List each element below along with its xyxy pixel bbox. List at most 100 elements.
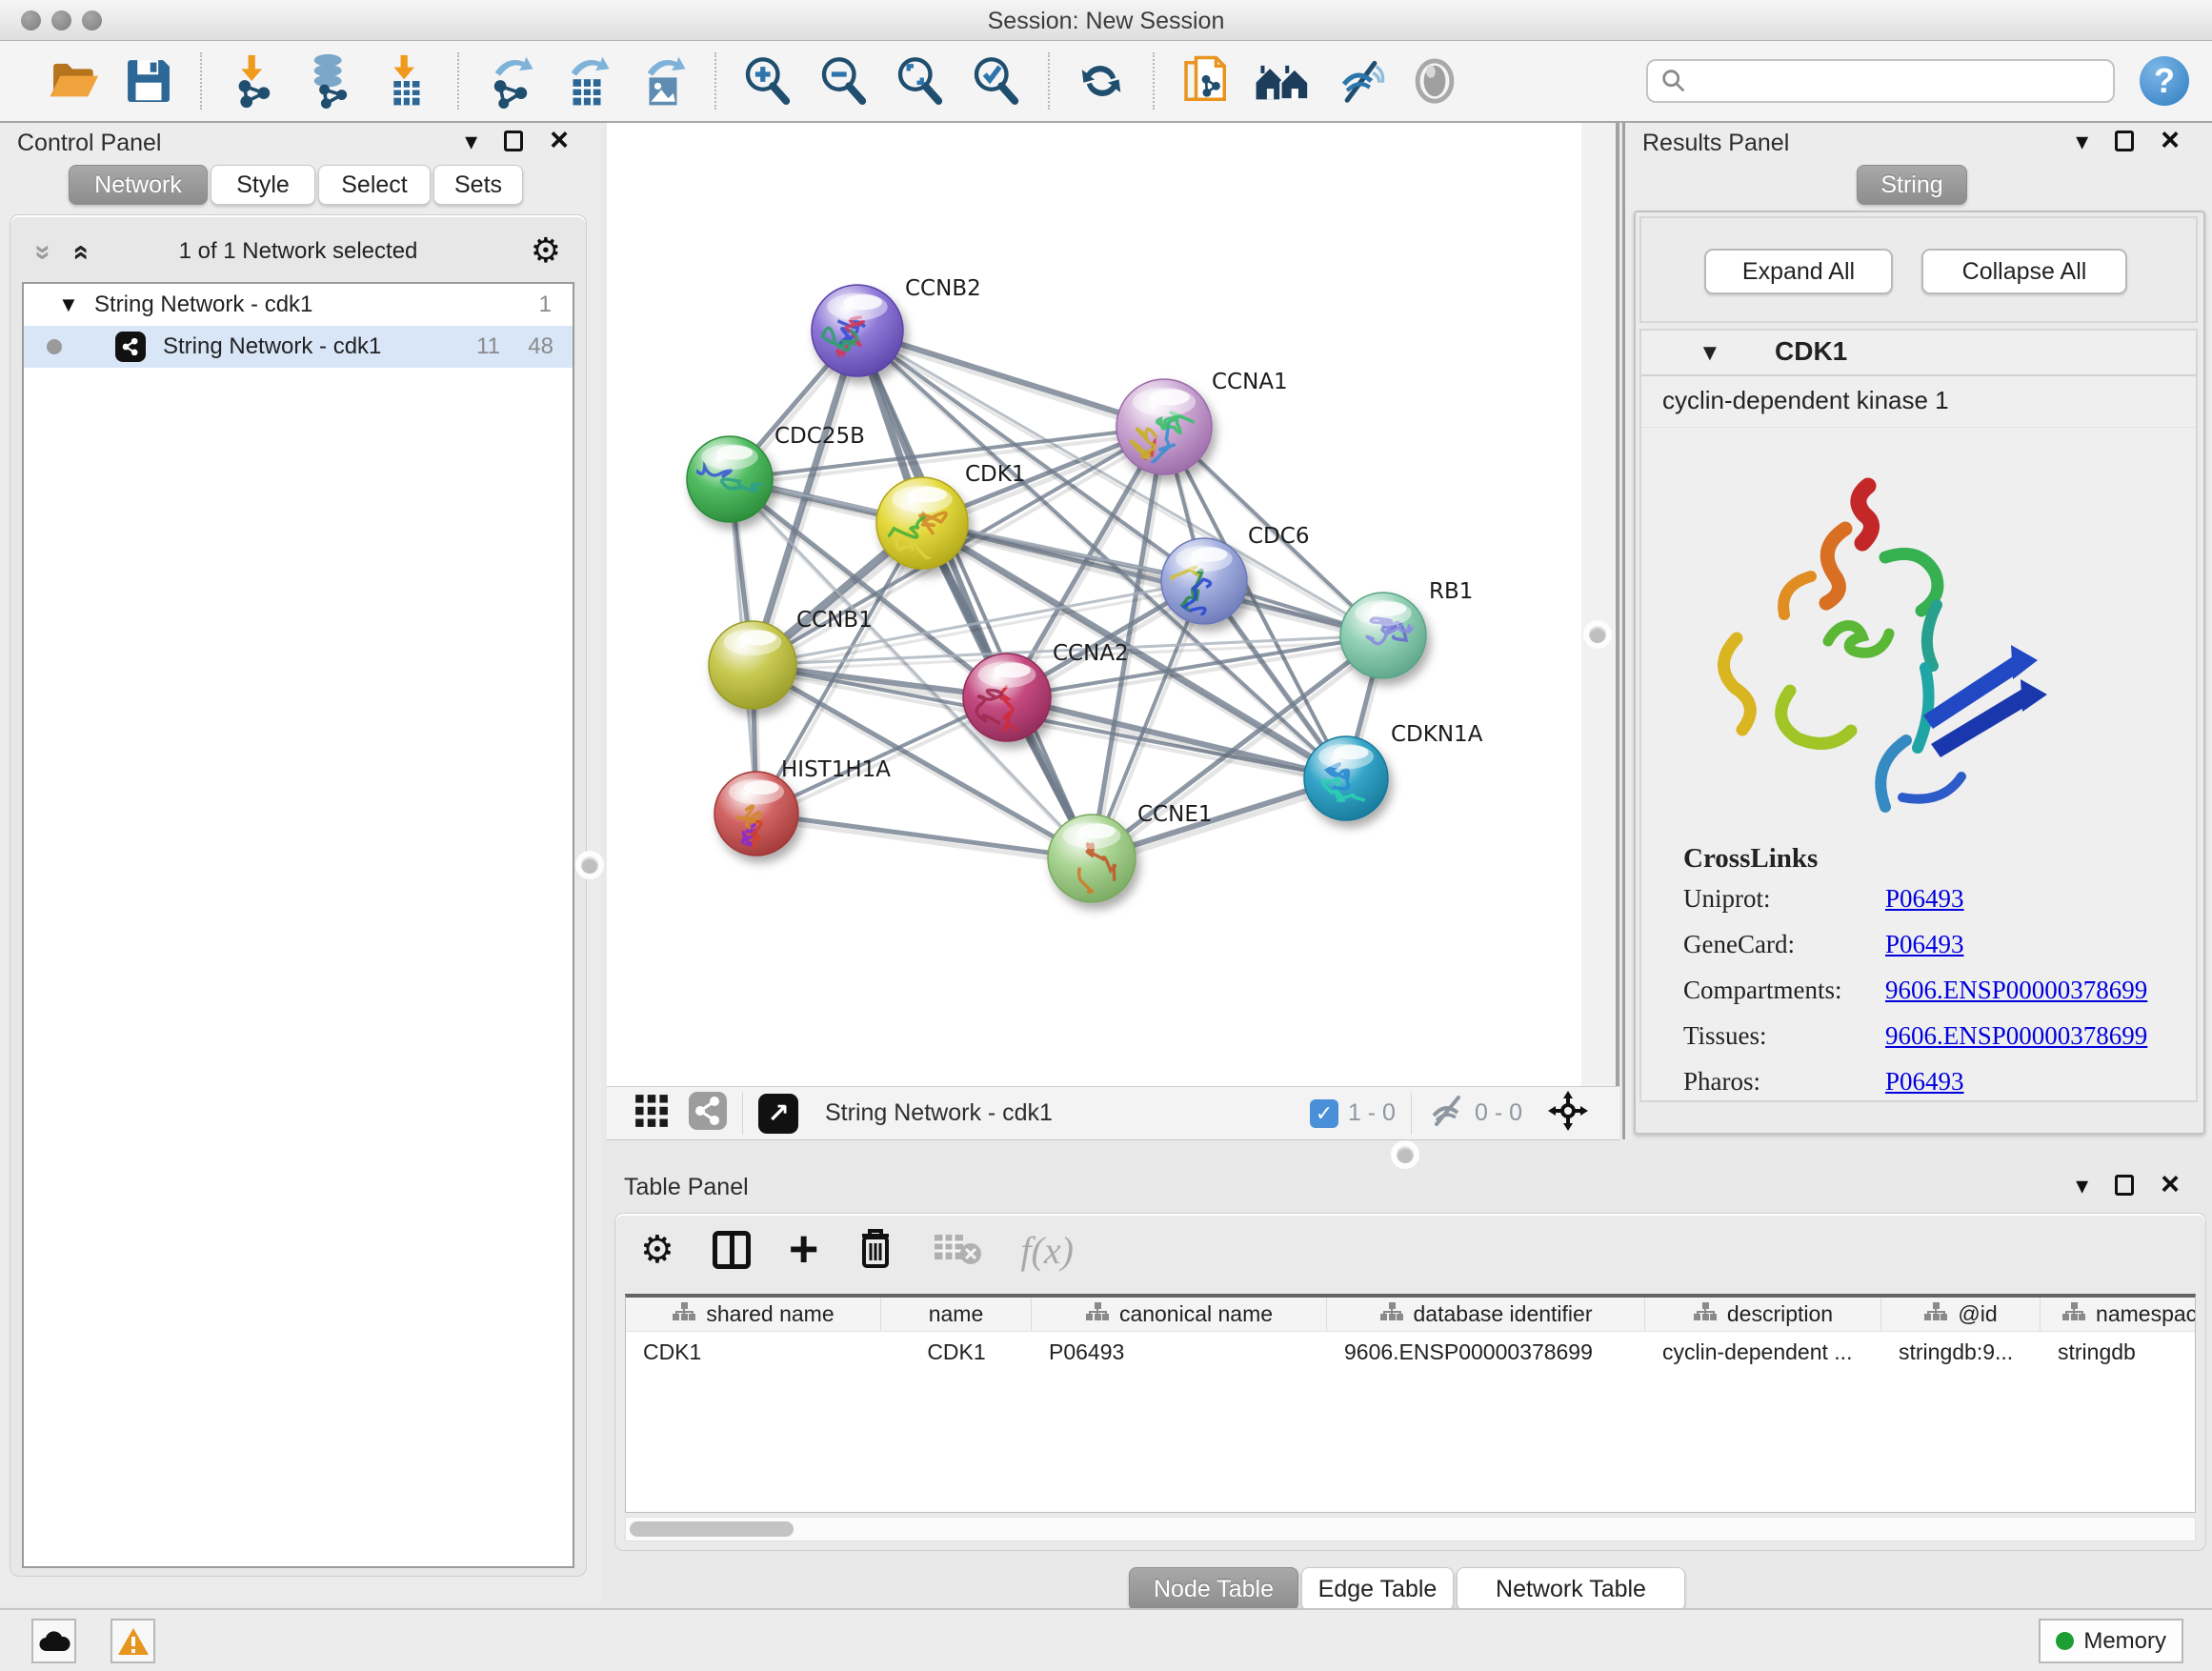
tab-sets[interactable]: Sets: [433, 165, 523, 205]
cdk1-section-header[interactable]: ▼ CDK1: [1641, 331, 2196, 376]
table-horizontal-scrollbar[interactable]: [625, 1517, 2196, 1541]
table-cell[interactable]: stringdb: [2041, 1332, 2196, 1372]
tab-edge-table[interactable]: Edge Table: [1301, 1567, 1454, 1611]
network-node-CDKN1A[interactable]: [1304, 736, 1388, 820]
first-neighbors-houses-icon[interactable]: [1255, 53, 1310, 109]
control-panel-close-icon[interactable]: ×: [550, 128, 569, 153]
tab-network-table[interactable]: Network Table: [1457, 1567, 1685, 1611]
crosslink-link[interactable]: P06493: [1885, 1067, 1964, 1097]
column-header-database-identifier[interactable]: database identifier: [1327, 1298, 1645, 1331]
crosslink-link[interactable]: P06493: [1885, 930, 1964, 959]
warnings-button[interactable]: [111, 1619, 155, 1663]
column-header-namespace[interactable]: namespace: [2041, 1298, 2196, 1331]
pan-crosshair-icon[interactable]: [1547, 1090, 1589, 1137]
import-network-database-icon[interactable]: [302, 53, 357, 109]
node-column-icon: [1085, 1301, 1110, 1328]
column-header-shared-name[interactable]: shared name: [626, 1298, 881, 1331]
network-node-RB1[interactable]: [1340, 593, 1426, 678]
network-row-selected[interactable]: String Network - cdk1 11 48: [24, 326, 573, 368]
network-node-CCNE1[interactable]: [1048, 815, 1136, 919]
table-cell[interactable]: CDK1: [881, 1332, 1032, 1372]
import-network-file-icon[interactable]: [226, 53, 281, 109]
network-node-CCNB2[interactable]: [812, 285, 903, 376]
network-node-CDC6[interactable]: [1159, 538, 1247, 624]
column-header-description[interactable]: description: [1645, 1298, 1881, 1331]
right-splitter[interactable]: [1581, 123, 1619, 1086]
refresh-layout-icon[interactable]: [1074, 53, 1129, 109]
toolbar-search-field[interactable]: [1646, 59, 2115, 103]
save-session-icon[interactable]: [121, 53, 176, 109]
control-panel-float-icon[interactable]: [504, 131, 523, 151]
horizontal-splitter-handle[interactable]: [1397, 1146, 1414, 1163]
network-options-gear-icon[interactable]: ⚙: [531, 234, 561, 269]
cloud-status-button[interactable]: [31, 1619, 76, 1663]
tab-select[interactable]: Select: [318, 165, 431, 205]
table-cell[interactable]: P06493: [1032, 1332, 1327, 1372]
crosslink-link[interactable]: P06493: [1885, 884, 1964, 914]
show-hide-eye-icon[interactable]: [1331, 53, 1386, 109]
selected-nodes-checkbox-icon[interactable]: ✓: [1310, 1099, 1338, 1128]
show-columns-icon[interactable]: [713, 1231, 751, 1269]
left-splitter-handle[interactable]: [581, 856, 598, 874]
zoom-selected-icon[interactable]: [969, 53, 1024, 109]
table-panel: Table Panel ▾ × ⚙ + f(x) shared namename…: [607, 1167, 2212, 1608]
tab-network[interactable]: Network: [69, 165, 208, 205]
results-panel-float-icon[interactable]: [2115, 131, 2134, 151]
right-splitter-handle[interactable]: [1589, 626, 1606, 643]
network-node-CCNA1[interactable]: [1116, 379, 1212, 494]
collection-expand-caret-icon[interactable]: ▼: [58, 292, 79, 317]
table-panel-close-icon[interactable]: ×: [2161, 1172, 2180, 1198]
table-panel-menu-caret-icon[interactable]: ▾: [2076, 1173, 2088, 1198]
control-panel-menu-caret-icon[interactable]: ▾: [465, 129, 477, 153]
export-table-icon[interactable]: [559, 53, 614, 109]
add-column-icon[interactable]: +: [789, 1229, 819, 1270]
expand-all-button[interactable]: Expand All: [1704, 249, 1893, 294]
tab-style[interactable]: Style: [211, 165, 315, 205]
hidden-elements-eye-icon[interactable]: [1427, 1095, 1465, 1132]
import-table-file-icon[interactable]: [378, 53, 433, 109]
open-session-icon[interactable]: [45, 53, 100, 109]
table-cell[interactable]: CDK1: [626, 1332, 881, 1372]
bird-view-orb-icon[interactable]: [1407, 53, 1462, 109]
scrollbar-thumb[interactable]: [630, 1521, 794, 1537]
search-input[interactable]: [1688, 68, 2088, 94]
zoom-out-icon[interactable]: [816, 53, 872, 109]
table-row[interactable]: CDK1CDK1P064939606.ENSP00000378699cyclin…: [626, 1332, 2195, 1372]
crosslink-row: Tissues:9606.ENSP00000378699: [1683, 1021, 2196, 1051]
column-header-canonical-name[interactable]: canonical name: [1032, 1298, 1327, 1331]
delete-column-trash-icon[interactable]: [856, 1226, 895, 1275]
network-node-CCNB1[interactable]: [709, 621, 796, 709]
export-image-icon[interactable]: [635, 53, 691, 109]
clone-network-icon[interactable]: [1178, 53, 1234, 109]
results-panel-close-icon[interactable]: ×: [2161, 128, 2180, 153]
collapse-all-button[interactable]: Collapse All: [1921, 249, 2127, 294]
node-table[interactable]: shared namenamecanonical namedatabase id…: [625, 1294, 2196, 1513]
zoom-fit-icon[interactable]: [893, 53, 948, 109]
detach-view-icon[interactable]: ↗: [758, 1094, 798, 1134]
network-collection-row[interactable]: ▼ String Network - cdk1 1: [24, 284, 573, 326]
cdk1-expand-caret-icon[interactable]: ▼: [1699, 340, 1721, 367]
results-panel-menu-caret-icon[interactable]: ▾: [2076, 129, 2088, 153]
crosslink-link[interactable]: 9606.ENSP00000378699: [1885, 976, 2147, 1005]
network-share-view-icon[interactable]: [689, 1092, 727, 1135]
network-node-CCNA2[interactable]: [963, 654, 1051, 741]
network-grid-view-icon[interactable]: [633, 1093, 670, 1134]
memory-button[interactable]: Memory: [2039, 1619, 2183, 1663]
column-header--id[interactable]: @id: [1881, 1298, 2041, 1331]
export-network-icon[interactable]: [483, 53, 538, 109]
column-header-name[interactable]: name: [881, 1298, 1032, 1331]
table-cell[interactable]: stringdb:9...: [1881, 1332, 2041, 1372]
table-settings-gear-icon[interactable]: ⚙: [640, 1228, 674, 1272]
tab-node-table[interactable]: Node Table: [1129, 1567, 1298, 1611]
network-canvas[interactable]: CCNB2CCNA1CDC25BCDK1CDC6RB1CCNB1CCNA2CDK…: [607, 123, 1581, 1086]
tab-string[interactable]: String: [1857, 165, 1967, 205]
node-label-CCNB1: CCNB1: [796, 608, 873, 633]
crosslink-link[interactable]: 9606.ENSP00000378699: [1885, 1021, 2147, 1051]
help-icon[interactable]: ?: [2140, 56, 2189, 106]
table-panel-float-icon[interactable]: [2115, 1175, 2134, 1196]
table-cell[interactable]: cyclin-dependent ...: [1645, 1332, 1881, 1372]
table-cell[interactable]: 9606.ENSP00000378699: [1327, 1332, 1645, 1372]
network-node-HIST1H1A[interactable]: [714, 772, 798, 865]
zoom-in-icon[interactable]: [740, 53, 795, 109]
network-graph[interactable]: CCNB2CCNA1CDC25BCDK1CDC6RB1CCNB1CCNA2CDK…: [607, 123, 1581, 1086]
